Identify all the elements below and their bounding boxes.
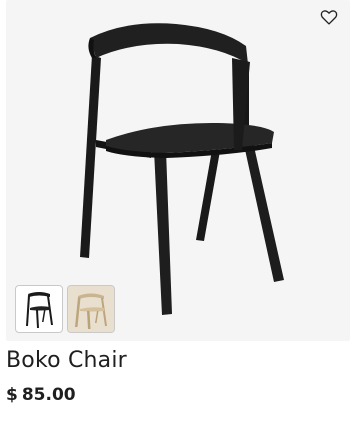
chair-black-thumbnail-icon — [26, 292, 53, 328]
chair-wood-thumbnail-icon — [68, 286, 114, 332]
image-thumbnails — [15, 285, 115, 333]
product-price: $ 85.00 — [6, 383, 76, 407]
product-card[interactable]: Boko Chair $ 85.00 — [0, 0, 354, 426]
currency-symbol: $ — [6, 385, 18, 405]
thumbnail-black-chair[interactable] — [15, 285, 63, 333]
price-value: 85.00 — [21, 385, 76, 405]
thumbnail-wood-chair[interactable] — [67, 285, 115, 333]
product-title[interactable]: Boko Chair — [6, 345, 127, 377]
wishlist-heart-icon[interactable] — [318, 6, 340, 28]
